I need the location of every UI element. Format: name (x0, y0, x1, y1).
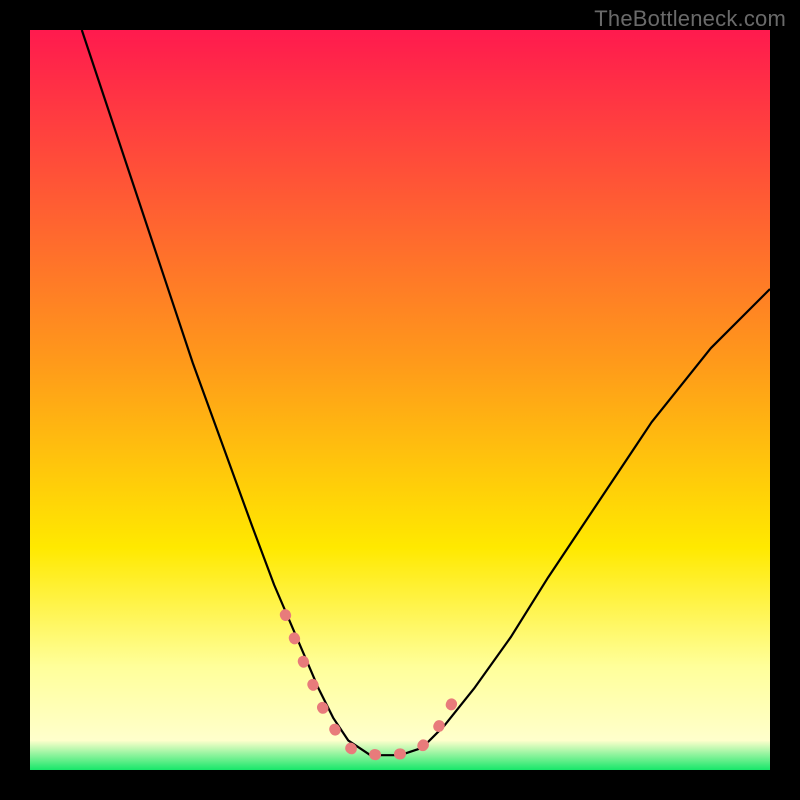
bottleneck-chart (30, 30, 770, 770)
gradient-background (30, 30, 770, 770)
chart-frame: TheBottleneck.com (0, 0, 800, 800)
watermark-text: TheBottleneck.com (594, 6, 786, 32)
